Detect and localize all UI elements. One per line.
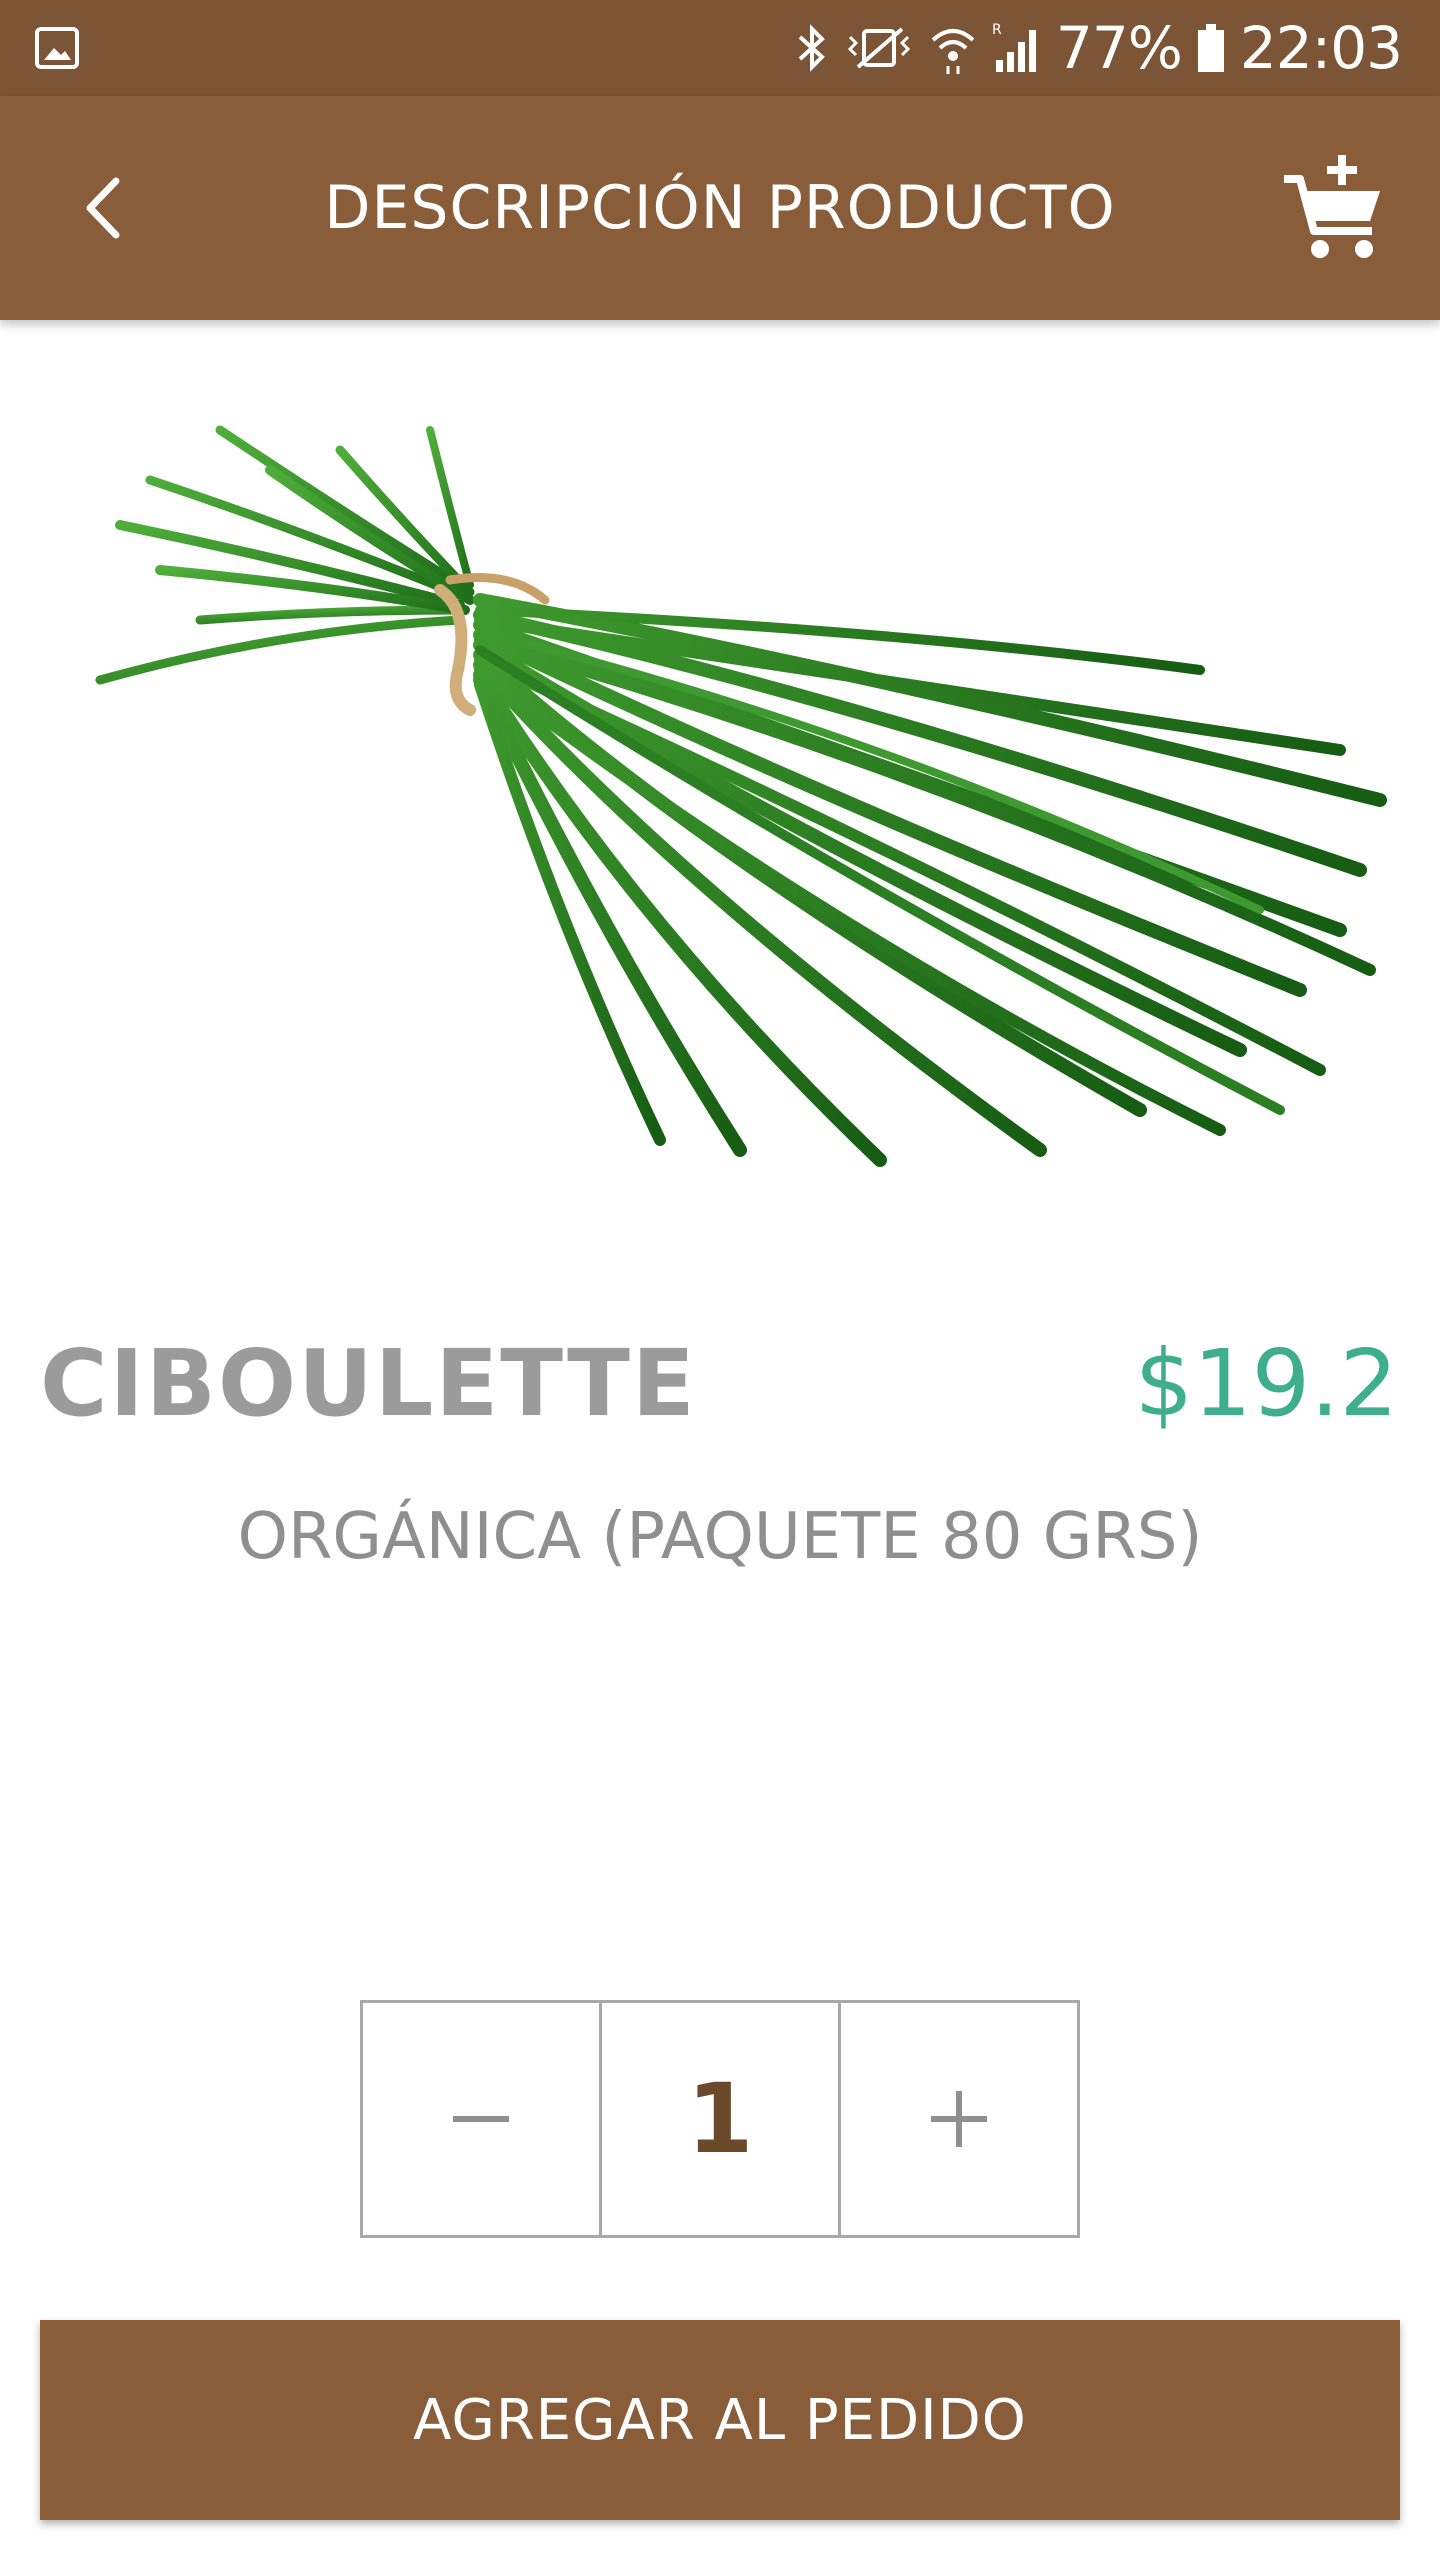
add-to-order-button[interactable]: AGREGAR AL PEDIDO: [40, 2320, 1400, 2520]
status-icons: R 77% 22:03: [794, 0, 1403, 96]
back-button[interactable]: [54, 158, 154, 258]
status-bar: R 77% 22:03: [0, 0, 1440, 96]
svg-text:R: R: [992, 22, 1002, 38]
plus-icon: [931, 2091, 987, 2147]
quantity-value: 1: [686, 2063, 754, 2175]
add-to-cart-icon: [1284, 155, 1380, 258]
gallery-icon: [35, 27, 79, 69]
product-name: CIBOULETTE: [40, 1330, 697, 1437]
battery-icon: [1197, 24, 1224, 72]
quantity-display: 1: [602, 2003, 841, 2235]
product-description: ORGÁNICA (PAQUETE 80 GRS): [237, 1500, 1203, 1574]
increment-button[interactable]: [841, 2003, 1077, 2235]
vibrate-icon: [847, 27, 911, 69]
product-price: $19.2: [1134, 1330, 1398, 1437]
bluetooth-icon: [798, 24, 825, 72]
clock: 22:03: [1239, 14, 1403, 82]
battery-percentage: 77%: [1055, 14, 1183, 82]
wifi-icon: [931, 29, 975, 74]
decrement-button[interactable]: [363, 2003, 602, 2235]
quantity-stepper: 1: [360, 2000, 1080, 2238]
page-title: DESCRIPCIÓN PRODUCTO: [324, 173, 1116, 243]
back-arrow-icon: [86, 177, 120, 239]
signal-icon: R: [992, 22, 1036, 72]
product-image: [95, 425, 1387, 1167]
app-bar: DESCRIPCIÓN PRODUCTO: [0, 96, 1440, 320]
minus-icon: [453, 2116, 509, 2122]
add-to-cart-button[interactable]: [1270, 146, 1400, 270]
